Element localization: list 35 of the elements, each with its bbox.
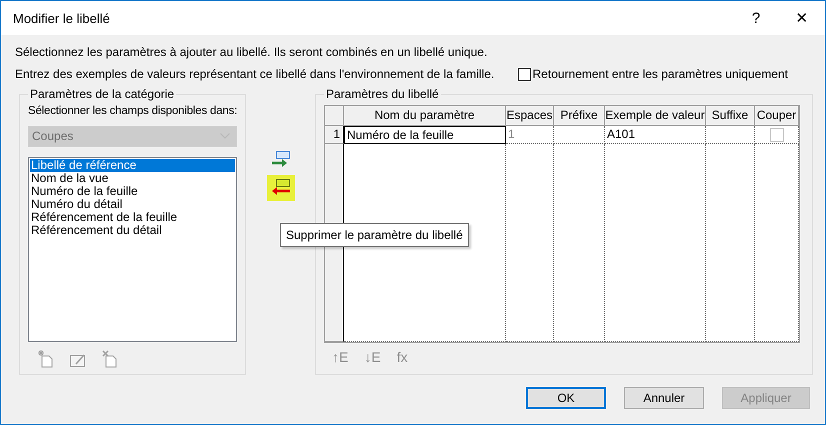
help-button[interactable]: ? [733,1,779,35]
group-title: Paramètres du libellé [325,87,440,101]
tooltip: Supprimer le paramètre du libellé [280,223,469,247]
list-item[interactable]: Libellé de référence [30,158,236,172]
close-button[interactable]: ✕ [779,1,825,35]
dialog-button[interactable]: Annuler [624,387,704,409]
field-label: Sélectionner les champs disponibles dans: [28,105,238,119]
dialog-button[interactable]: OK [526,387,606,409]
row-number: 1 [325,126,344,144]
list-item[interactable]: Référencement de la feuille [30,210,236,224]
group-title: Paramètres de la catégorie [29,87,176,101]
table-cell[interactable]: A101 [605,126,706,144]
instruction-text: Sélectionnez les paramètres à ajouter au libellé. Ils seront combinés en un libellé unique. [15,44,488,61]
list-item[interactable]: Numéro de la feuille [30,184,236,198]
window-title: Modifier le libellé [13,10,111,26]
remove-parameter-icon[interactable] [266,175,295,201]
list-item[interactable]: Référencement du détail [30,224,236,237]
table-cell[interactable] [554,126,605,144]
list-item[interactable]: Nom de la vue [30,172,236,185]
add-parameter-icon[interactable] [270,151,291,169]
column-header[interactable]: Nom du paramètre [344,106,506,126]
column-header[interactable]: Préfixe [554,106,605,126]
column-header[interactable]: Exemple de valeur [605,106,706,126]
column-header[interactable]: Couper [755,106,799,126]
delete-document-icon[interactable] [102,350,118,368]
edit-icon[interactable] [69,352,87,368]
column-header[interactable]: Espaces [506,106,554,126]
instruction-text: Entrez des exemples de valeurs représentant ce libellé dans l'environnement de la famille. [15,66,494,83]
new-document-icon[interactable] [38,350,54,368]
list-item[interactable]: Numéro du détail [30,198,236,211]
checkbox[interactable] [518,68,531,80]
table-cell[interactable] [706,126,755,144]
table-cell[interactable]: Numéro de la feuille [344,126,506,144]
column-header[interactable]: Suffixe [706,106,755,126]
checkbox-label: Retournement entre les paramètres uniquement [532,67,788,81]
